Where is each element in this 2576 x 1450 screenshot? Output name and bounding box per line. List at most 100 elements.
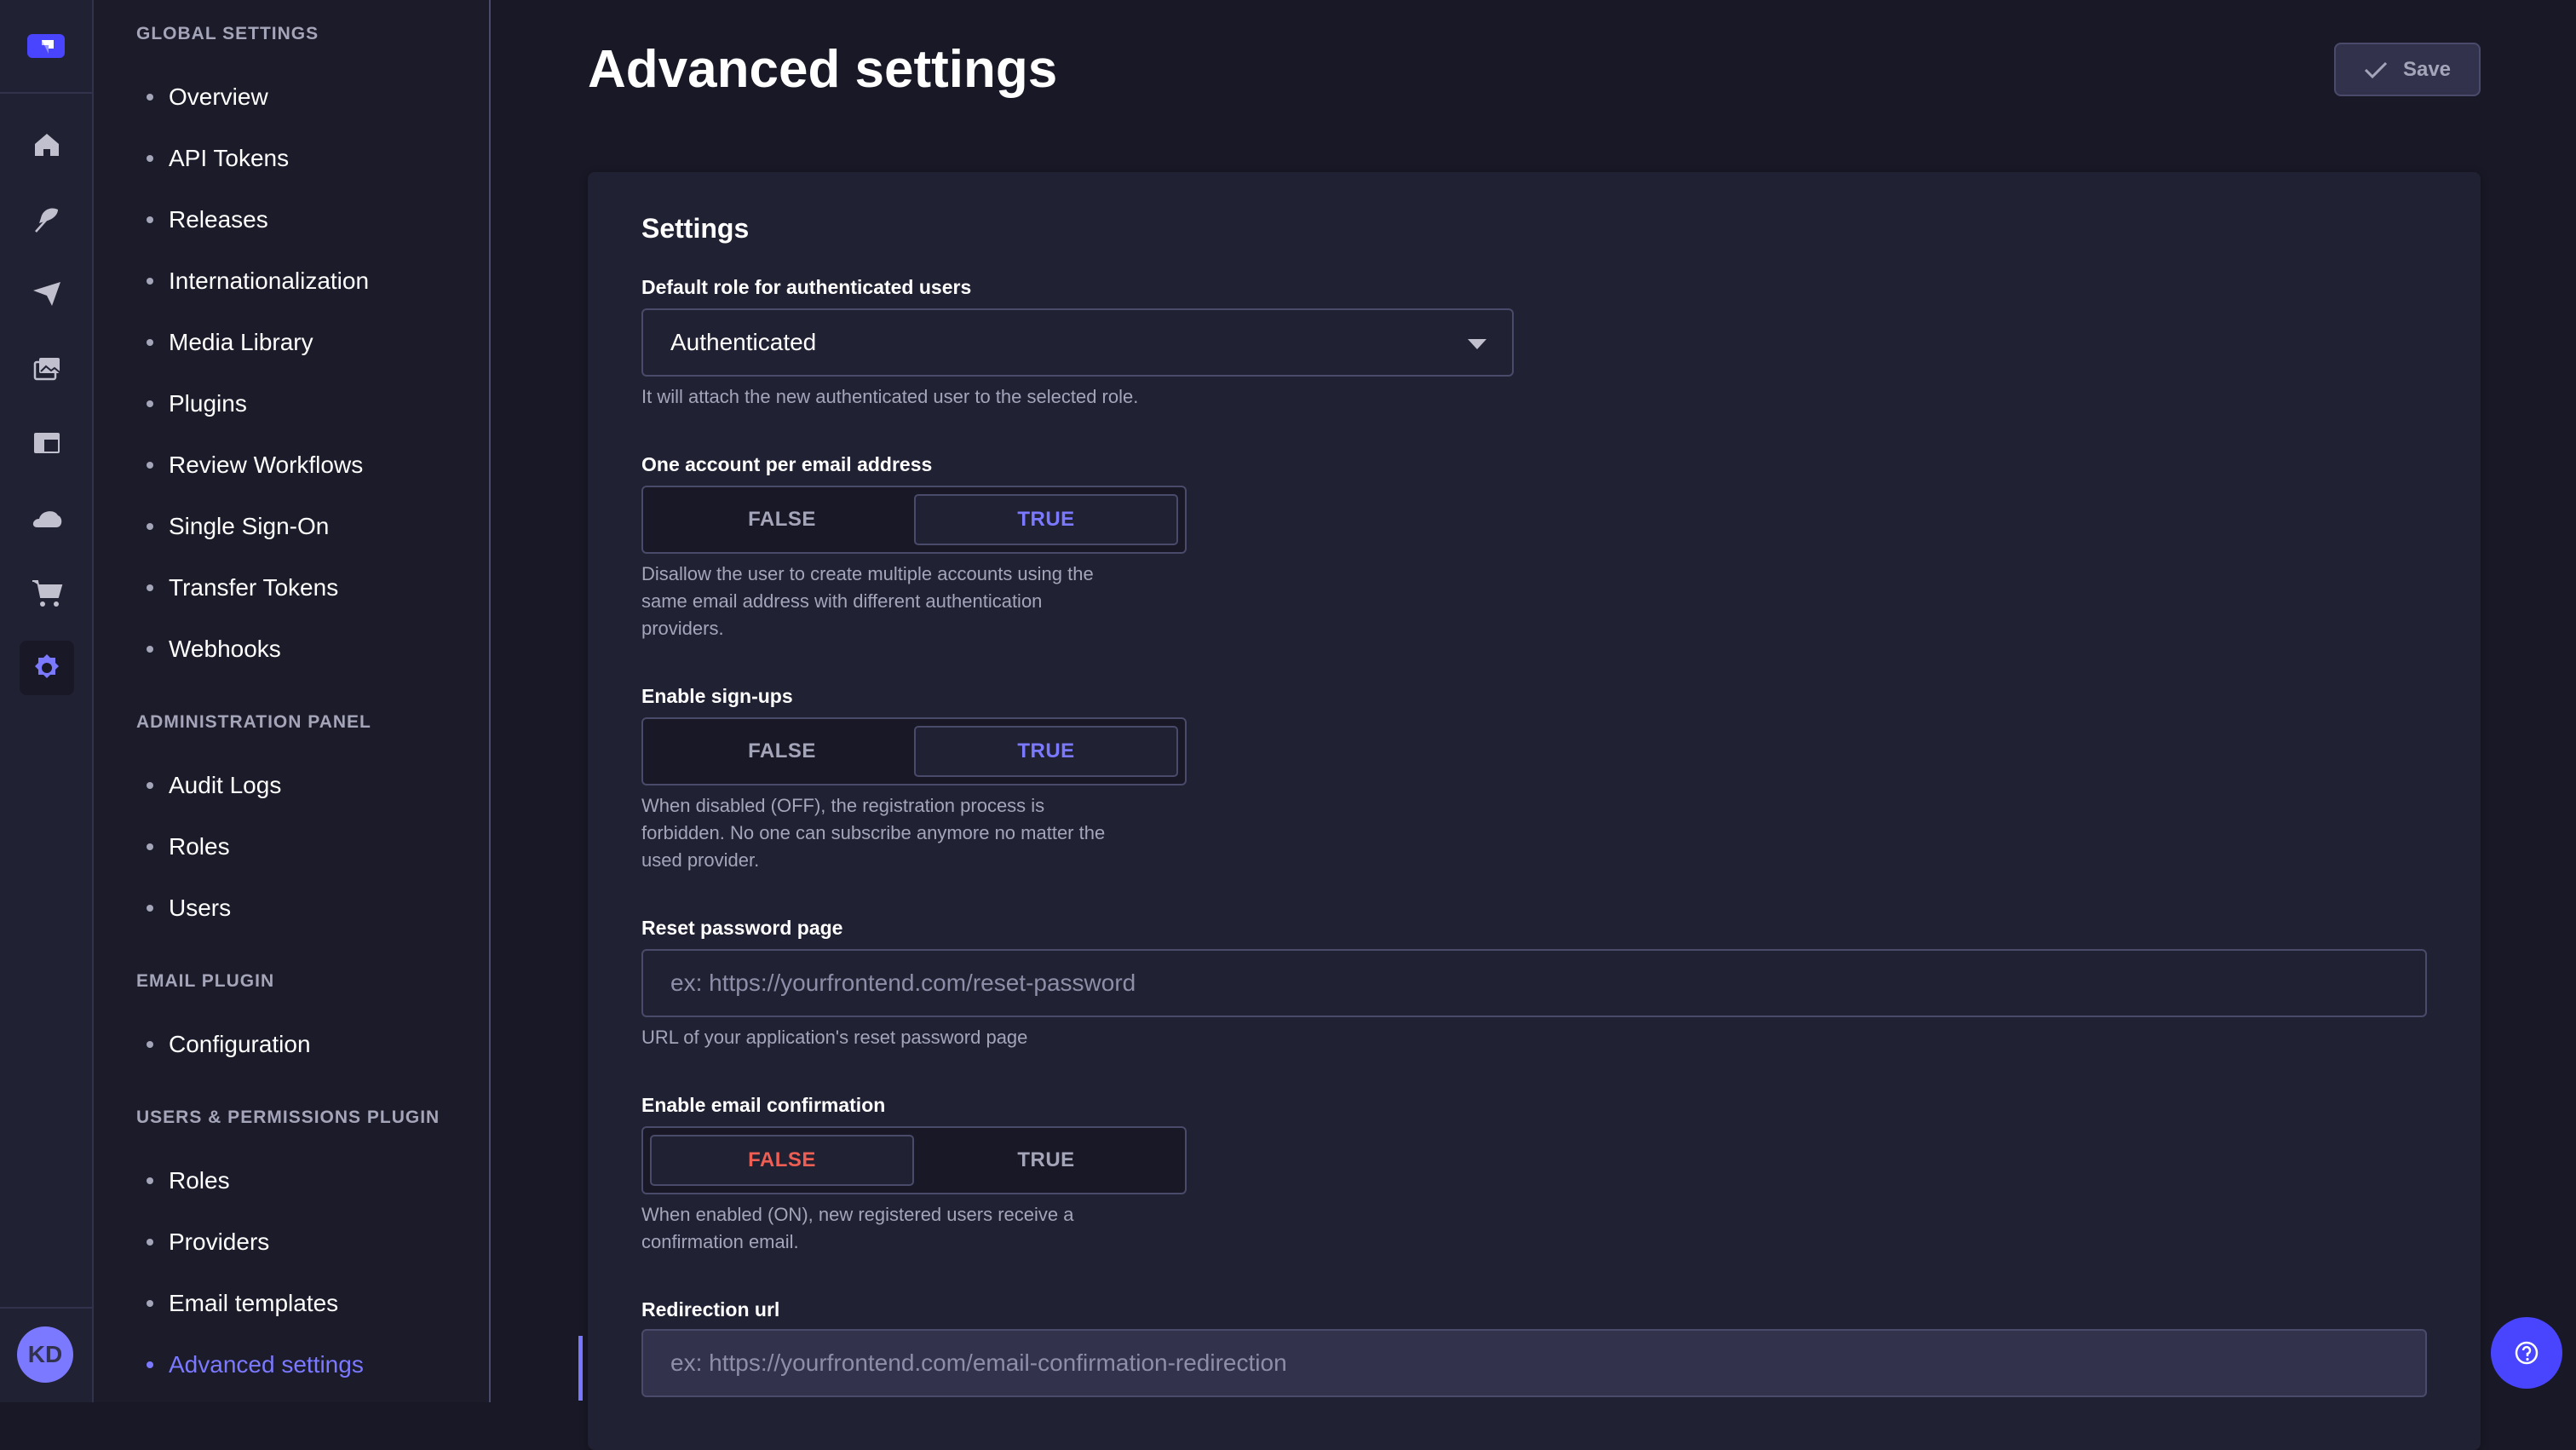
subnav-item-audit-logs[interactable]: Audit Logs (147, 772, 281, 799)
settings-subnav: GLOBAL SETTINGS Overview API Tokens Rele… (94, 0, 583, 1402)
subnav-item-label: Webhooks (169, 636, 281, 662)
subnav-item-up-roles[interactable]: Roles (147, 1167, 230, 1194)
layout-icon[interactable] (20, 416, 74, 470)
subnav-item-label: Advanced settings (169, 1351, 364, 1378)
unique-email-label: One account per email address (641, 453, 933, 475)
email-confirmation-toggle: FALSE TRUE (641, 1126, 1187, 1194)
default-role-value: Authenticated (670, 329, 817, 355)
section-title-users-permissions-plugin: USERS & PERMISSIONS PLUGIN (136, 1108, 440, 1127)
subnav-item-email-templates[interactable]: Email templates (147, 1290, 338, 1317)
unique-email-true-option[interactable]: TRUE (914, 494, 1178, 545)
bullet-icon (147, 584, 153, 591)
feather-icon[interactable] (20, 192, 74, 246)
help-button[interactable] (2491, 1317, 2562, 1389)
subnav-item-label: Roles (169, 1167, 230, 1194)
bullet-icon (147, 1239, 153, 1246)
caret-down-icon (1468, 339, 1486, 349)
email-confirmation-hint: When enabled (ON), new registered users … (641, 1201, 1073, 1256)
subnav-item-label: Single Sign-On (169, 513, 330, 539)
unique-email-false-option[interactable]: FALSE (650, 494, 914, 545)
reset-password-input[interactable] (641, 949, 2427, 1017)
unique-email-toggle: FALSE TRUE (641, 486, 1187, 554)
images-icon[interactable] (20, 342, 74, 396)
subnav-item-overview[interactable]: Overview (147, 83, 268, 111)
subnav-item-transfer-tokens[interactable]: Transfer Tokens (147, 574, 338, 601)
email-confirmation-true-option[interactable]: TRUE (914, 1135, 1178, 1186)
strapi-logo-icon[interactable] (27, 34, 65, 58)
default-role-hint: It will attach the new authenticated use… (641, 386, 1139, 407)
subnav-item-label: Plugins (169, 390, 247, 417)
card-title: Settings (641, 213, 750, 244)
subnav-item-providers[interactable]: Providers (147, 1228, 269, 1256)
bullet-icon (147, 843, 153, 850)
enable-signups-false-option[interactable]: FALSE (650, 726, 914, 777)
subnav-item-webhooks[interactable]: Webhooks (147, 636, 281, 663)
subnav-item-api-tokens[interactable]: API Tokens (147, 145, 289, 172)
section-title-administration-panel: ADMINISTRATION PANEL (136, 712, 371, 732)
hint-line: forbidden. No one can subscribe anymore … (641, 822, 1106, 843)
main-nav-rail: KD (0, 0, 94, 1402)
subnav-item-review-workflows[interactable]: Review Workflows (147, 452, 363, 479)
enable-signups-toggle: FALSE TRUE (641, 717, 1187, 785)
bullet-icon (147, 1300, 153, 1307)
default-role-label: Default role for authenticated users (641, 276, 972, 298)
question-circle-icon (2515, 1341, 2539, 1365)
enable-signups-true-option[interactable]: TRUE (914, 726, 1178, 777)
hint-line: providers. (641, 618, 724, 639)
page-title: Advanced settings (588, 40, 1058, 99)
subnav-item-media-library[interactable]: Media Library (147, 329, 313, 356)
user-avatar[interactable]: KD (17, 1326, 73, 1383)
subnav-item-admin-roles[interactable]: Roles (147, 833, 230, 860)
hint-line: used provider. (641, 849, 760, 871)
subnav-item-releases[interactable]: Releases (147, 206, 268, 233)
subnav-item-internationalization[interactable]: Internationalization (147, 268, 369, 295)
bullet-icon (147, 1041, 153, 1048)
subnav-item-advanced-settings[interactable]: Advanced settings (147, 1351, 364, 1378)
subnav-item-label: Users (169, 895, 232, 921)
gear-icon[interactable] (20, 641, 74, 695)
subnav-item-label: Overview (169, 83, 268, 110)
reset-password-label: Reset password page (641, 917, 843, 939)
home-icon[interactable] (20, 118, 74, 172)
bullet-icon (147, 462, 153, 469)
save-button-label: Save (2402, 57, 2452, 81)
default-role-select[interactable]: Authenticated (641, 308, 1514, 377)
settings-card: Settings Default role for authenticated … (588, 172, 2481, 1450)
hint-line: When enabled (ON), new registered users … (641, 1204, 1074, 1225)
check-icon (2364, 61, 2388, 78)
bullet-icon (147, 1177, 153, 1184)
unique-email-hint: Disallow the user to create multiple acc… (641, 561, 1094, 642)
subnav-item-label: Providers (169, 1228, 270, 1255)
enable-signups-label: Enable sign-ups (641, 685, 793, 707)
hint-line: Disallow the user to create multiple acc… (641, 563, 1094, 584)
cloud-icon[interactable] (20, 491, 74, 545)
bullet-icon (147, 400, 153, 407)
section-title-global-settings: GLOBAL SETTINGS (136, 24, 319, 43)
bullet-icon (147, 155, 153, 162)
subnav-item-label: Roles (169, 833, 230, 860)
scrollbar-thumb[interactable] (578, 1336, 583, 1401)
bullet-icon (147, 339, 153, 346)
redirection-url-label: Redirection url (641, 1298, 780, 1321)
enable-signups-hint: When disabled (OFF), the registration pr… (641, 792, 1105, 874)
subnav-item-users[interactable]: Users (147, 895, 231, 922)
paper-plane-icon[interactable] (20, 267, 74, 321)
subnav-item-label: Review Workflows (169, 452, 364, 478)
subnav-item-label: Audit Logs (169, 772, 282, 798)
save-button[interactable]: Save (2334, 43, 2481, 96)
subnav-item-single-sign-on[interactable]: Single Sign-On (147, 513, 329, 540)
subnav-item-plugins[interactable]: Plugins (147, 390, 247, 417)
email-confirmation-label: Enable email confirmation (641, 1094, 886, 1116)
subnav-item-label: Configuration (169, 1031, 311, 1057)
reset-password-hint: URL of your application's reset password… (641, 1027, 1028, 1048)
subnav-item-label: Internationalization (169, 268, 370, 294)
email-confirmation-false-option[interactable]: FALSE (650, 1135, 914, 1186)
bullet-icon (147, 782, 153, 789)
bullet-icon (147, 216, 153, 223)
hint-line: confirmation email. (641, 1231, 799, 1252)
subnav-item-label: API Tokens (169, 145, 290, 171)
cart-icon[interactable] (20, 566, 74, 620)
subnav-item-configuration[interactable]: Configuration (147, 1031, 311, 1058)
redirection-url-input[interactable] (641, 1329, 2427, 1397)
section-title-email-plugin: EMAIL PLUGIN (136, 971, 275, 991)
